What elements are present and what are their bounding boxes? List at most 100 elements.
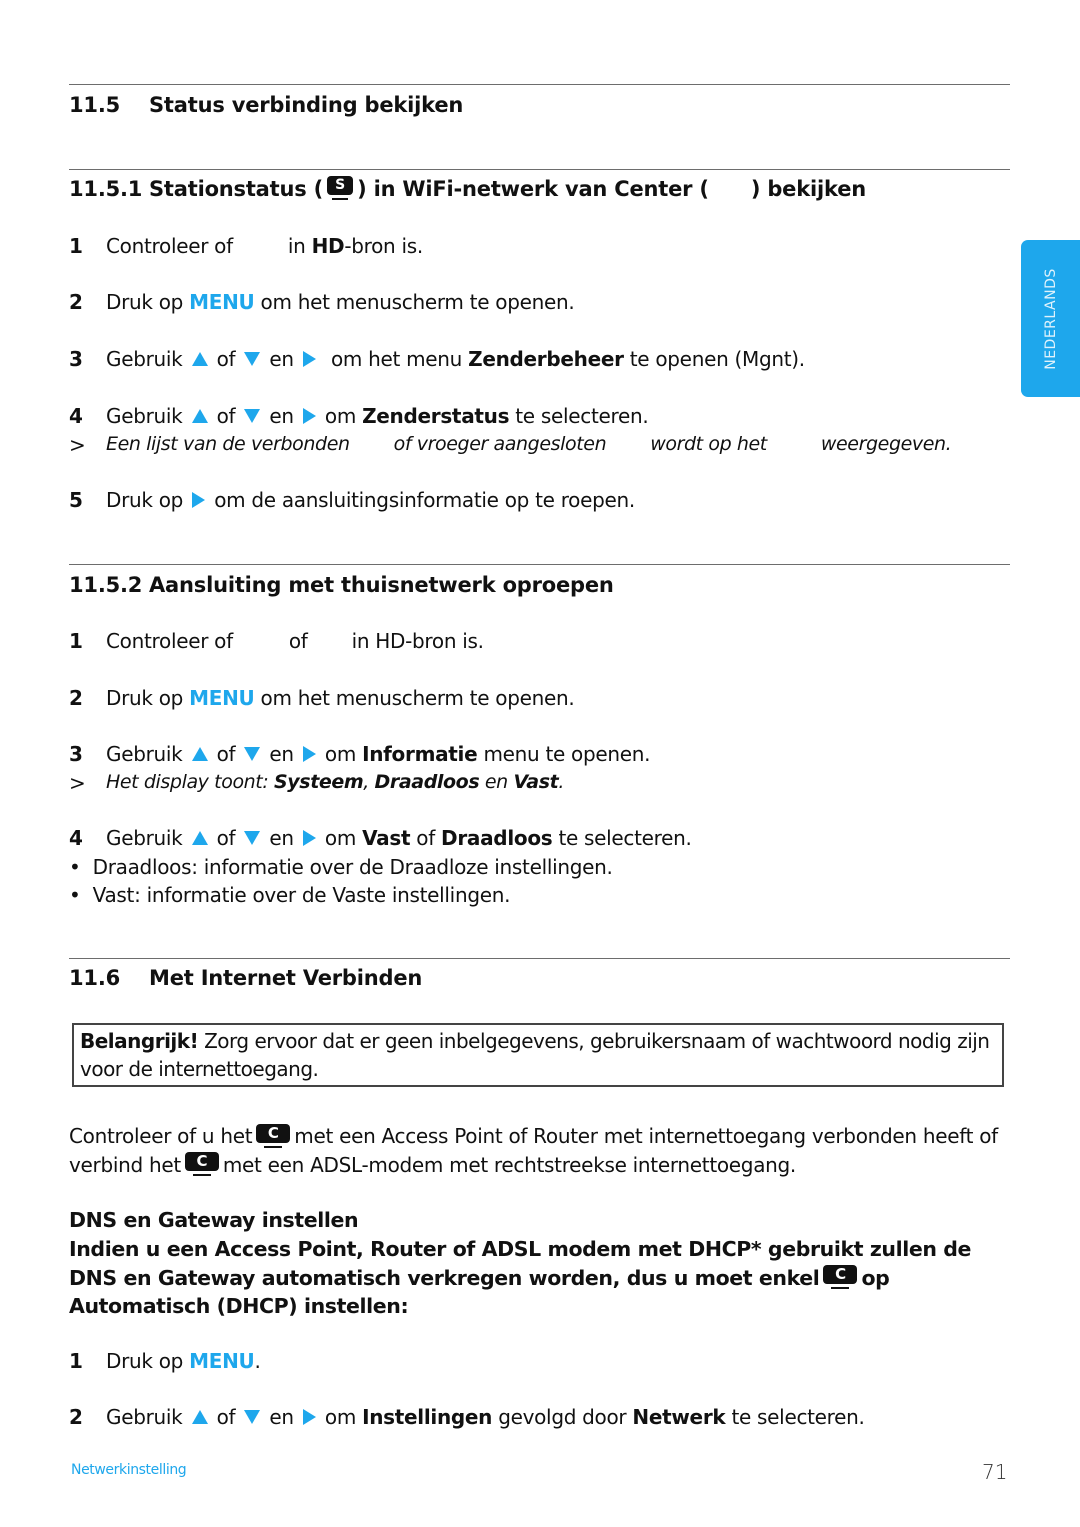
text-bold: HD (311, 234, 345, 258)
text: . (558, 771, 564, 793)
step-number: 1 (69, 234, 83, 258)
text: om (324, 826, 357, 850)
bullet-item: • Draadloos: informatie over de Draadloz… (69, 855, 613, 879)
dns-gateway-instructions: Indien u een Access Point, Router of ADS… (69, 1235, 1019, 1321)
tv-stand (831, 1286, 850, 1289)
text: om (324, 404, 357, 428)
bullet-text: Draadloos: informatie over de Draadloze … (92, 855, 613, 879)
text: om (324, 742, 357, 766)
text: om het menuscherm te openen. (260, 290, 575, 314)
text: Druk op (106, 488, 184, 512)
menu-key-label: MENU (189, 1349, 255, 1373)
section-title: Aansluiting met thuisnetwerk oproepen (149, 573, 614, 597)
tv-station-icon: S (327, 176, 354, 200)
arrow-right-icon (302, 407, 316, 424)
text: op (861, 1265, 890, 1290)
text: of (288, 629, 308, 653)
menu-key-label: MENU (189, 686, 255, 710)
divider (69, 564, 1010, 565)
text: Het display toont: (106, 771, 269, 793)
text: of (416, 826, 435, 850)
text: . (254, 1349, 261, 1373)
tv-center-icon: C (184, 1152, 219, 1176)
text: Automatisch (DHCP) instellen: (69, 1294, 409, 1318)
text-bold: Systeem (274, 771, 364, 793)
icon-letter: C (256, 1123, 291, 1143)
text: in HD-bron is. (351, 629, 484, 653)
notice-text: Zorg ervoor dat er geen inbelgegevens, g… (80, 1029, 990, 1081)
arrow-right-icon (192, 491, 206, 508)
result-text: Een lijst van de verbonden of vroeger aan… (106, 433, 952, 455)
step-text: Gebruik of en om Informatie menu te open… (106, 742, 651, 766)
text-bold: Draadloos (374, 771, 480, 793)
icon-letter: S (327, 176, 354, 195)
text: te openen (Mgnt). (629, 347, 805, 371)
step-number: 4 (69, 826, 83, 850)
tv-center-icon: C (256, 1123, 291, 1148)
step-text: Gebruik of en om het menu Zenderbeheer t… (106, 347, 805, 371)
divider (69, 169, 1010, 170)
step-number: 2 (69, 290, 83, 314)
arrow-down-icon (244, 351, 261, 366)
arrow-up-icon (191, 408, 208, 423)
text: Een lijst van de verbonden (106, 433, 350, 455)
text: Gebruik (106, 826, 183, 850)
step-number: 5 (69, 488, 83, 512)
result-marker: > (69, 771, 86, 795)
section-number: 11.5.1 (69, 177, 143, 201)
section-heading-11-5: 11.5 Status verbinding bekijken (69, 93, 463, 117)
section-number: 11.5 (69, 93, 121, 117)
step-text: Controleer of of in HD-bron is. (106, 629, 484, 653)
text: gevolgd door (498, 1405, 627, 1429)
text: Controleer of u het (69, 1124, 253, 1148)
tv-stand (332, 198, 349, 200)
text: om het menuscherm te openen. (260, 686, 575, 710)
text: om de aansluitingsinformatie op te roepe… (214, 488, 635, 512)
text: wordt op het (650, 433, 767, 455)
text: of (216, 1405, 236, 1429)
arrow-right-icon (302, 1408, 316, 1425)
bullet-item: • Vast: informatie over de Vaste instell… (69, 883, 511, 907)
step-number: 4 (69, 404, 83, 428)
arrow-up-icon (191, 830, 208, 845)
text: en (269, 826, 294, 850)
notice-label: Belangrijk! (80, 1029, 199, 1053)
step-text: Gebruik of en om Instellingen gevolgd do… (106, 1405, 865, 1429)
step-text: Druk op MENU om het menuscherm te openen… (106, 290, 575, 314)
icon-letter: C (823, 1264, 858, 1284)
section-title: Met Internet Verbinden (149, 966, 423, 990)
arrow-up-icon (191, 1409, 208, 1424)
language-tab-label: NEDERLANDS (1042, 267, 1059, 370)
text: menu te openen. (483, 742, 651, 766)
text: weergegeven. (820, 433, 952, 455)
step-number: 3 (69, 742, 83, 766)
text: Druk op (106, 1349, 184, 1373)
step-text: Gebruik of en om Zenderstatus te selecte… (106, 404, 649, 428)
text-bold: Instellingen (362, 1405, 493, 1429)
text: , (363, 771, 369, 793)
arrow-right-icon (302, 350, 316, 367)
connection-paragraph: Controleer of u het Cmet een Access Point… (69, 1122, 1019, 1179)
step-text: Controleer of in HD-bron is. (106, 234, 423, 258)
section-title: Status verbinding bekijken (149, 93, 464, 117)
result-marker: > (69, 433, 86, 457)
section-heading-11-5-2: 11.5.2 Aansluiting met thuisnetwerk oproe… (69, 573, 614, 597)
text-bold: Informatie (362, 742, 478, 766)
important-notice-box: Belangrijk! Zorg ervoor dat er geen inbe… (72, 1023, 1004, 1087)
tv-stand (192, 1174, 211, 1176)
step-text: Druk op MENU. (106, 1349, 261, 1373)
language-tab: NEDERLANDS (1021, 240, 1080, 397)
arrow-down-icon (244, 830, 261, 845)
text: Gebruik (106, 404, 183, 428)
step-number: 3 (69, 347, 83, 371)
text-bold: Zenderbeheer (468, 347, 624, 371)
tv-center-icon: C (823, 1264, 858, 1289)
text: of (216, 404, 236, 428)
step-number: 1 (69, 629, 83, 653)
section-heading-11-6: 11.6 Met Internet Verbinden (69, 966, 422, 990)
arrow-down-icon (244, 1409, 261, 1424)
text: Gebruik (106, 347, 183, 371)
text-bold: Netwerk (632, 1405, 726, 1429)
step-text: Druk op MENU om het menuscherm te openen… (106, 686, 575, 710)
text: of (216, 347, 236, 371)
